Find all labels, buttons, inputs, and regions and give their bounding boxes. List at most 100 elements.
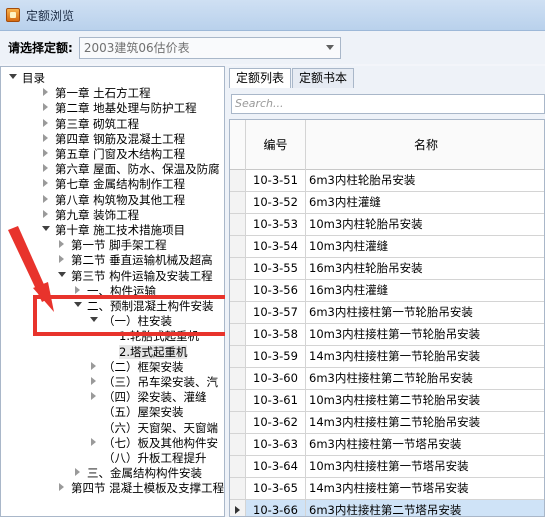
header-code[interactable]: 编号 [246,120,306,170]
table-row[interactable]: 10-3-53 10m3内柱轮胎吊安装 [230,214,544,236]
collapse-toggle-icon[interactable] [89,437,99,447]
header-name[interactable]: 名称 [306,120,544,170]
tree-item-label: 第二节 垂直运输机械及超高 [71,253,213,268]
row-name: 16m3内柱灌缝 [306,280,544,301]
collapse-toggle-icon[interactable] [57,239,67,249]
row-name: 6m3内柱接柱第二节轮胎吊安装 [306,368,544,389]
collapse-toggle-icon[interactable] [73,467,83,477]
tree-item[interactable]: （六）天窗架、天窗端 [89,420,218,436]
collapse-toggle-icon[interactable] [41,178,51,188]
tree-item[interactable]: 第一节 脚手架工程 [57,237,167,253]
table-row[interactable]: 10-3-54 10m3内柱灌缝 [230,236,544,258]
table-row[interactable]: 10-3-51 6m3内柱轮胎吊安装 [230,170,544,192]
tree-item[interactable]: 第十章 施工技术措施项目 [41,222,185,238]
row-name: 6m3内柱接柱第一节塔吊安装 [306,434,544,455]
row-indicator [230,456,246,477]
row-indicator [230,412,246,433]
collapse-toggle-icon[interactable] [41,194,51,204]
collapse-toggle-icon[interactable] [41,148,51,158]
tree-item[interactable]: （二）框架安装 [89,359,184,375]
row-name: 14m3内柱接柱第二节轮胎吊安装 [306,412,544,433]
collapse-toggle-icon[interactable] [89,361,99,371]
tree-item[interactable]: 第四节 混凝土模板及支撑工程 [57,480,224,496]
table-row[interactable]: 10-3-57 6m3内柱接柱第一节轮胎吊安装 [230,302,544,324]
row-name: 10m3内柱轮胎吊安装 [306,214,544,235]
collapse-toggle-icon[interactable] [41,163,51,173]
collapse-toggle-icon[interactable] [73,285,83,295]
quota-selector-row: 请选择定额: 2003建筑06估价表 [0,31,545,64]
table-row[interactable]: 10-3-52 6m3内柱灌缝 [230,192,544,214]
chapter-tree[interactable]: 目录 第一章 土石方工程 第二章 地基处理与防护工程 第三章 砌筑工程 第四章 钢筋及混… [0,66,225,517]
tree-item[interactable]: 三、金属结构构件安装 [73,465,202,481]
collapse-toggle-icon[interactable] [41,118,51,128]
table-row[interactable]: 10-3-64 10m3内柱接柱第一节塔吊安装 [230,456,544,478]
tree-item[interactable]: 目录 [8,70,45,86]
tree-item-label: 三、金属结构构件安装 [87,466,202,481]
tree-item[interactable]: 第三节 构件运输及安装工程 [57,268,213,284]
current-row-arrow-icon [235,506,240,514]
tree-item-label: 第三章 砌筑工程 [55,116,140,131]
tree-item[interactable]: 第五章 门窗及木结构工程 [41,146,185,162]
tree-item-label: 第九章 装饰工程 [55,207,140,222]
row-code: 10-3-53 [246,214,306,235]
quota-grid: 编号 名称 10-3-51 6m3内柱轮胎吊安装 10-3-52 6m3内柱灌缝 10-… [229,119,545,517]
quota-select[interactable]: 2003建筑06估价表 [78,36,341,59]
collapse-toggle-icon[interactable] [41,102,51,112]
tab-quota-book[interactable]: 定额书本 [292,68,355,88]
tree-item[interactable]: 第二节 垂直运输机械及超高 [57,252,213,268]
app-icon [6,8,20,22]
table-row[interactable]: 10-3-65 14m3内柱接柱第一节塔吊安装 [230,478,544,500]
row-name: 6m3内柱灌缝 [306,192,544,213]
collapse-toggle-icon[interactable] [41,133,51,143]
collapse-toggle-icon[interactable] [89,391,99,401]
expand-toggle-icon[interactable] [41,224,51,234]
table-row[interactable]: 10-3-60 6m3内柱接柱第二节轮胎吊安装 [230,368,544,390]
tree-item[interactable]: 第七章 金属结构制作工程 [41,176,185,192]
tree-item[interactable]: （八）升板工程提升 [89,450,207,466]
header-indicator-cell [230,120,246,170]
tab-quota-list[interactable]: 定额列表 [229,68,292,88]
tree-item[interactable]: 2.塔式起重机 [105,344,188,360]
table-row[interactable]: 10-3-63 6m3内柱接柱第一节塔吊安装 [230,434,544,456]
tree-item[interactable]: 第四章 钢筋及混凝土工程 [41,131,185,147]
table-row[interactable]: 10-3-62 14m3内柱接柱第二节轮胎吊安装 [230,412,544,434]
tree-item[interactable]: （三）吊车梁安装、汽 [89,374,218,390]
search-input[interactable]: Search... [231,94,545,114]
collapse-toggle-icon[interactable] [89,376,99,386]
row-name: 16m3内柱轮胎吊安装 [306,258,544,279]
tree-item[interactable]: 第九章 装饰工程 [41,207,139,223]
tree-item[interactable]: 第六章 屋面、防水、保温及防腐 [41,161,220,177]
collapse-toggle-icon[interactable] [41,209,51,219]
row-name: 6m3内柱接柱第一节轮胎吊安装 [306,302,544,323]
row-code: 10-3-51 [246,170,306,191]
row-code: 10-3-65 [246,478,306,499]
tree-item[interactable]: （七）板及其他构件安 [89,435,218,451]
row-indicator [230,368,246,389]
row-code: 10-3-58 [246,324,306,345]
tree-item[interactable]: 第三章 砌筑工程 [41,116,139,132]
row-indicator [230,280,246,301]
tree-item[interactable]: （五）屋架安装 [89,404,184,420]
tree-item[interactable]: （四）梁安装、灌缝 [89,389,207,405]
tree-item-label: （六）天窗架、天窗端 [103,420,218,435]
tree-item-label: （三）吊车梁安装、汽 [103,375,218,389]
expand-toggle-icon[interactable] [57,270,67,280]
tree-item[interactable]: 第二章 地基处理与防护工程 [41,100,197,116]
collapse-toggle-icon[interactable] [57,482,67,492]
expand-toggle-icon[interactable] [8,72,18,82]
tree-item[interactable]: 第一章 土石方工程 [41,85,151,101]
tree-item[interactable]: 第八章 构筑物及其他工程 [41,192,185,208]
table-row[interactable]: 10-3-55 16m3内柱轮胎吊安装 [230,258,544,280]
row-indicator [230,500,246,516]
table-row[interactable]: 10-3-56 16m3内柱灌缝 [230,280,544,302]
chevron-down-icon[interactable] [324,42,336,54]
table-row[interactable]: 10-3-66 6m3内柱接柱第二节塔吊安装 [230,500,544,516]
collapse-toggle-icon[interactable] [41,87,51,97]
table-row[interactable]: 10-3-59 14m3内柱接柱第一节轮胎吊安装 [230,346,544,368]
row-name: 10m3内柱灌缝 [306,236,544,257]
table-row[interactable]: 10-3-61 10m3内柱接柱第二节轮胎吊安装 [230,390,544,412]
row-indicator [230,346,246,367]
collapse-toggle-icon[interactable] [57,254,67,264]
tree-item-label: 第二章 地基处理与防护工程 [55,101,197,116]
table-row[interactable]: 10-3-58 10m3内柱接柱第一节轮胎吊安装 [230,324,544,346]
